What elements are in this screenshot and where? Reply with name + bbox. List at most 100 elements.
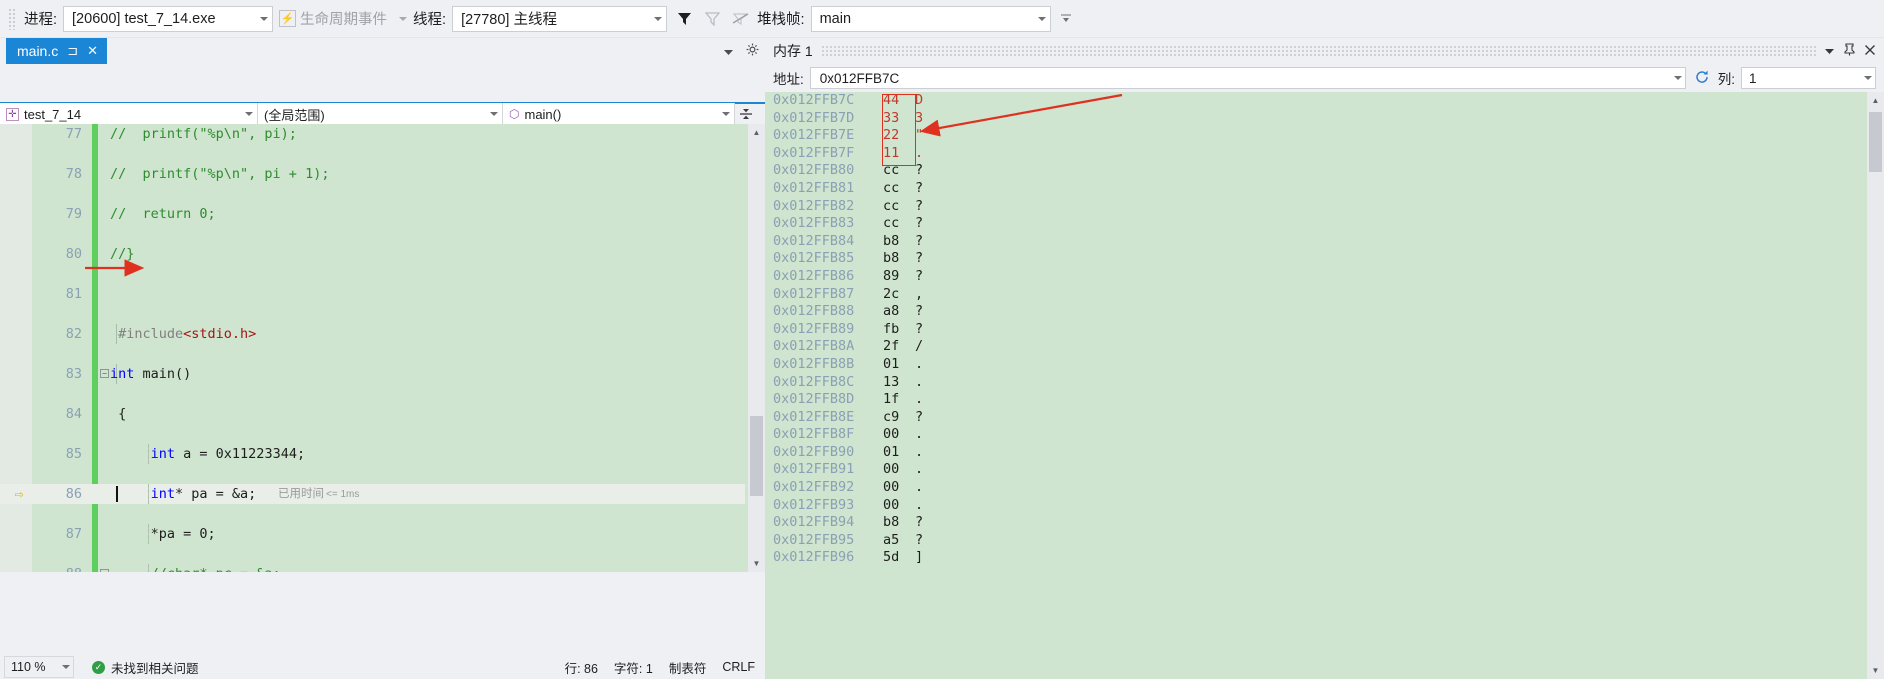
thread-selector[interactable]: [27780] 主线程 <box>452 5 668 32</box>
memory-address-field[interactable] <box>809 67 1686 89</box>
scroll-up-button[interactable]: ▲ <box>1867 92 1884 109</box>
memory-row[interactable]: 0x012FFB81 cc? <box>765 180 1884 198</box>
chevron-down-icon[interactable] <box>1864 76 1872 80</box>
code-line[interactable]: 84 { <box>0 404 745 424</box>
memory-row[interactable]: 0x012FFB8E c9? <box>765 409 1884 427</box>
memory-byte-ascii: . <box>915 355 924 372</box>
close-icon[interactable] <box>1864 44 1876 59</box>
memory-row[interactable]: 0x012FFB8B 01. <box>765 356 1884 374</box>
fold-toggle[interactable]: − <box>100 369 109 378</box>
memory-byte-ascii: / <box>915 338 924 355</box>
memory-address: 0x012FFB8E <box>773 408 855 425</box>
tab-main-c[interactable]: main.c ⊐ ✕ <box>6 38 108 64</box>
chevron-down-icon[interactable] <box>1673 76 1682 80</box>
memory-row[interactable]: 0x012FFB93 00. <box>765 497 1884 515</box>
refresh-icon[interactable] <box>1692 69 1712 88</box>
code-line[interactable]: 81 <box>0 284 745 304</box>
code-line[interactable]: 83 − int main() <box>0 364 745 384</box>
code-line[interactable]: 78 // printf("%p\n", pi + 1); <box>0 164 745 184</box>
code-line[interactable]: 88 − //char* pc = &a; <box>0 564 745 572</box>
memory-rows: 0x012FFB7C 44 D 0x012FFB7D 33 3 0x012FFB7E 22 " 0… <box>765 92 1884 567</box>
memory-vscroll-thumb[interactable] <box>1869 112 1882 172</box>
code-line[interactable]: 85 int a = 0x11223344; <box>0 444 745 464</box>
titlebar-drag-handle[interactable] <box>820 45 1816 57</box>
navbar-function-selector[interactable]: ⬡ main() <box>503 103 735 125</box>
code-line[interactable]: 87 *pa = 0; <box>0 524 745 544</box>
memory-row[interactable]: 0x012FFB8F 00. <box>765 426 1884 444</box>
navbar-scope-selector[interactable]: (全局范围) <box>258 103 503 125</box>
scroll-up-button[interactable]: ▲ <box>748 124 765 141</box>
memory-row[interactable]: 0x012FFB94 b8? <box>765 514 1884 532</box>
code-line[interactable]: 82 #include<stdio.h> <box>0 324 745 344</box>
stack-frame-value: main <box>819 10 852 27</box>
code-editor[interactable]: 77 // printf("%p\n", pi); 78 // printf("%p\… <box>0 124 765 572</box>
memory-row[interactable]: 0x012FFB8C 13. <box>765 374 1884 392</box>
memory-address: 0x012FFB92 <box>773 479 855 496</box>
memory-row[interactable]: 0x012FFB7F 11. <box>765 145 1884 163</box>
memory-row[interactable]: 0x012FFB91 00. <box>765 461 1884 479</box>
code-line[interactable]: 77 // printf("%p\n", pi); <box>0 124 745 144</box>
memory-row[interactable]: 0x012FFB95 a5? <box>765 532 1884 550</box>
code-line[interactable]: 79 // return 0; <box>0 204 745 224</box>
memory-dump[interactable]: 0x012FFB7C 44 D 0x012FFB7D 33 3 0x012FFB7E 22 " 0… <box>765 92 1884 679</box>
toolbar-drag-handle[interactable] <box>8 7 16 30</box>
memory-address: 0x012FFB89 <box>773 320 855 337</box>
tabstrip-controls <box>723 38 759 64</box>
memory-row[interactable]: 0x012FFB84 b8? <box>765 233 1884 251</box>
toolbar-overflow-icon[interactable] <box>1059 10 1073 27</box>
zoom-level-selector[interactable]: 110 % <box>4 656 74 678</box>
close-icon[interactable]: ✕ <box>87 43 98 59</box>
memory-row[interactable]: 0x012FFB8A 2f / <box>765 338 1884 356</box>
filter-outline-icon[interactable] <box>701 7 723 31</box>
gear-icon[interactable] <box>746 43 759 59</box>
memory-address: 0x012FFB85 <box>773 250 855 267</box>
scroll-down-button[interactable]: ▼ <box>748 555 765 572</box>
chevron-down-icon[interactable] <box>723 44 734 59</box>
memory-row[interactable]: 0x012FFB8D 1f. <box>765 391 1884 409</box>
memory-address: 0x012FFB93 <box>773 496 855 513</box>
memory-row[interactable]: 0x012FFB86 89? <box>765 268 1884 286</box>
code-line[interactable]: 86 int* pa = &a; ⇨ 已用时间 <= 1ms <box>0 484 745 504</box>
line-number: 79 <box>65 206 82 222</box>
stack-frame-selector[interactable]: main <box>810 5 1051 32</box>
code-text: int* pa = &a; <box>150 486 257 502</box>
chevron-down-icon[interactable] <box>1824 44 1835 58</box>
memory-row[interactable]: 0x012FFB90 01. <box>765 444 1884 462</box>
memory-row[interactable]: 0x012FFB87 2c, <box>765 286 1884 304</box>
memory-row[interactable]: 0x012FFB88 a8? <box>765 303 1884 321</box>
line-number: 82 <box>65 326 82 342</box>
editor-vertical-scrollbar[interactable]: ▲ ▼ <box>748 124 765 572</box>
memory-row[interactable]: 0x012FFB89 fb? <box>765 321 1884 339</box>
memory-row[interactable]: 0x012FFB96 5d] <box>765 549 1884 567</box>
editor-vscroll-thumb[interactable] <box>750 416 763 496</box>
memory-byte-ascii: ? <box>915 215 924 232</box>
pin-icon[interactable]: ⊐ <box>67 43 78 59</box>
memory-row[interactable]: 0x012FFB82 cc? <box>765 198 1884 216</box>
filter-icon[interactable] <box>673 7 695 31</box>
memory-row[interactable]: 0x012FFB92 00. <box>765 479 1884 497</box>
pin-icon[interactable] <box>1843 43 1856 59</box>
execution-pointer-icon[interactable]: ⇨ <box>10 484 28 504</box>
process-selector[interactable]: [20600] test_7_14.exe <box>63 5 274 32</box>
memory-row[interactable]: 0x012FFB7C 44 D <box>765 92 1884 110</box>
code-text: //} <box>110 246 135 262</box>
no-filter-icon[interactable] <box>729 7 751 31</box>
memory-row[interactable]: 0x012FFB85 b8? <box>765 250 1884 268</box>
fold-toggle[interactable]: − <box>100 569 109 572</box>
memory-vertical-scrollbar[interactable]: ▲ ▼ <box>1867 92 1884 679</box>
navbar-project-selector[interactable]: ✛ test_7_14 <box>0 103 258 125</box>
scroll-down-button[interactable]: ▼ <box>1867 662 1884 679</box>
memory-byte-ascii: . <box>915 144 924 161</box>
memory-column-field[interactable]: 1 <box>1741 67 1876 89</box>
memory-row[interactable]: 0x012FFB7D 33 3 <box>765 110 1884 128</box>
memory-row[interactable]: 0x012FFB7E 22 " <box>765 127 1884 145</box>
memory-row[interactable]: 0x012FFB83 cc? <box>765 215 1884 233</box>
code-text: { <box>110 406 127 422</box>
code-line[interactable]: 80 //} <box>0 244 745 264</box>
memory-address-input[interactable] <box>817 69 1666 87</box>
lifecycle-events-button[interactable]: ⚡ 生命周期事件 <box>279 8 408 29</box>
memory-row[interactable]: 0x012FFB80 cc? <box>765 162 1884 180</box>
memory-byte-hex: 00 <box>883 479 900 496</box>
split-editor-button[interactable] <box>735 103 757 125</box>
code-text: *pa = 0; <box>110 526 216 542</box>
